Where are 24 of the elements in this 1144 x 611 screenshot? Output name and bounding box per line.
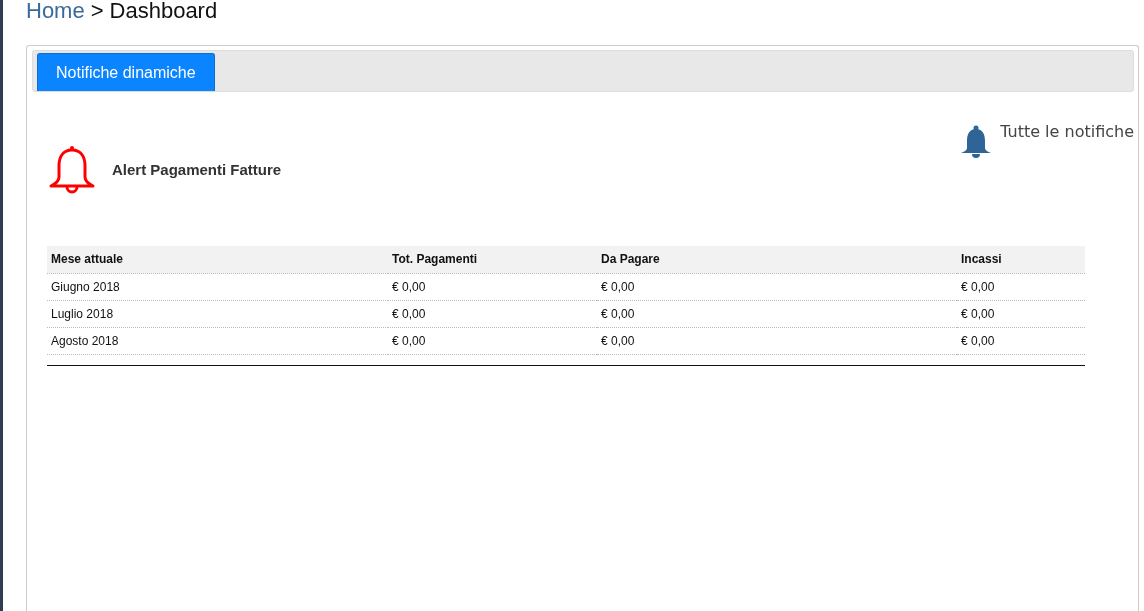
table-cell: € 0,00 — [388, 300, 597, 327]
breadcrumb-current: Dashboard — [109, 0, 218, 22]
column-header: Mese attuale — [47, 246, 388, 273]
table-cell: € 0,00 — [597, 300, 957, 327]
table-cell: € 0,00 — [597, 273, 957, 300]
table-cell: € 0,00 — [597, 327, 957, 354]
bell-icon[interactable] — [960, 125, 993, 159]
table-cell: € 0,00 — [388, 273, 597, 300]
column-header: Tot. Pagamenti — [388, 246, 597, 273]
table-cell: € 0,00 — [957, 300, 1085, 327]
table-cell: € 0,00 — [388, 327, 597, 354]
home-link[interactable]: Home — [26, 0, 85, 22]
table-cell: € 0,00 — [957, 327, 1085, 354]
all-notifications-link[interactable]: Tutte le notifiche — [1000, 122, 1134, 141]
column-header: Da Pagare — [597, 246, 957, 273]
table-cell: Luglio 2018 — [47, 300, 388, 327]
alert-title: Alert Pagamenti Fatture — [112, 160, 282, 178]
table-cell: Agosto 2018 — [47, 327, 388, 354]
column-header: Incassi — [957, 246, 1085, 273]
table-cell: € 0,00 — [957, 273, 1085, 300]
breadcrumb-separator: > — [90, 0, 104, 22]
tab[interactable]: Notifiche dinamiche — [37, 53, 215, 91]
bell-icon — [48, 144, 96, 194]
table-cell: Giugno 2018 — [47, 273, 388, 300]
